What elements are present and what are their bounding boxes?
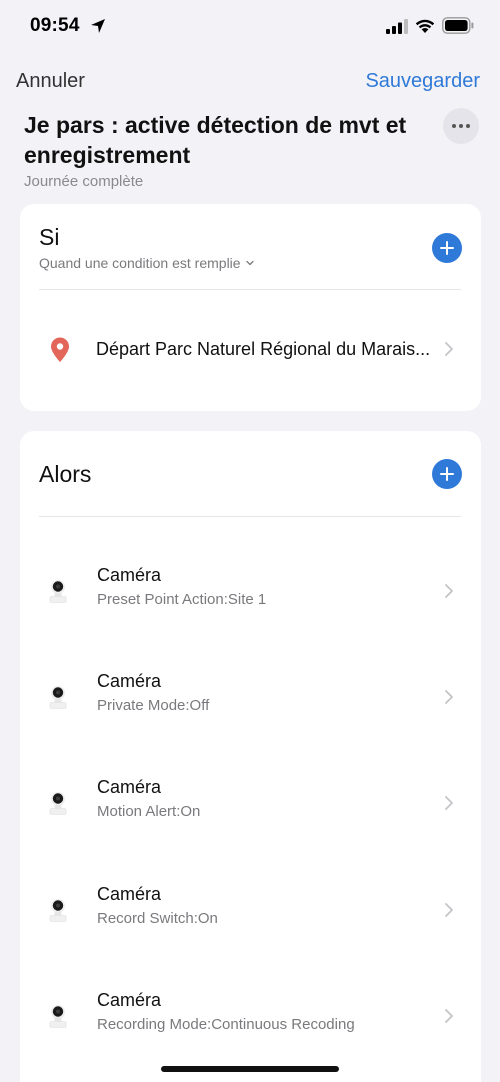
- home-indicator[interactable]: [161, 1066, 339, 1072]
- add-condition-button[interactable]: [432, 233, 462, 263]
- action-title: Caméra: [97, 777, 162, 797]
- action-title: Caméra: [97, 671, 162, 691]
- status-time: 09:54: [30, 15, 80, 36]
- location-pin-icon: [51, 337, 69, 362]
- camera-icon: [49, 1005, 67, 1028]
- condition-mode-selector[interactable]: Quand une condition est remplie: [39, 255, 254, 271]
- chevron-right-icon: [445, 903, 453, 917]
- action-detail: Preset Point Action:Site 1: [97, 591, 267, 608]
- action-title: Caméra: [97, 565, 162, 585]
- action-detail: Private Mode:Off: [97, 697, 210, 714]
- camera-icon: [49, 580, 67, 603]
- more-options-button[interactable]: [443, 108, 479, 144]
- chevron-right-icon: [445, 342, 453, 356]
- then-section-title: Alors: [39, 461, 92, 487]
- location-arrow-icon: [91, 19, 105, 33]
- action-detail: Recording Mode:Continuous Recoding: [97, 1016, 355, 1033]
- camera-icon: [49, 899, 67, 922]
- condition-label: Départ Parc Naturel Régional du Marais..…: [96, 339, 431, 359]
- chevron-right-icon: [445, 584, 453, 598]
- add-action-button[interactable]: [432, 459, 462, 489]
- divider: [39, 516, 461, 517]
- action-row[interactable]: Caméra Preset Point Action:Site 1: [20, 539, 481, 645]
- page-subtitle[interactable]: Journée complète: [24, 173, 143, 190]
- more-dot-icon: [459, 124, 463, 128]
- wifi-icon: [415, 19, 435, 33]
- status-bar: 09:54: [0, 0, 500, 56]
- more-dot-icon: [466, 124, 470, 128]
- battery-icon: [442, 17, 474, 34]
- action-row[interactable]: Caméra Motion Alert:On: [20, 751, 481, 857]
- action-row[interactable]: Caméra Private Mode:Off: [20, 645, 481, 751]
- then-actions-card: Alors Caméra Preset Point Action:Site 1 …: [20, 431, 481, 1082]
- action-row[interactable]: Caméra Recording Mode:Continuous Recodin…: [20, 964, 481, 1070]
- cancel-button[interactable]: Annuler: [16, 70, 85, 93]
- chevron-right-icon: [445, 690, 453, 704]
- save-button[interactable]: Sauvegarder: [365, 70, 480, 93]
- chevron-right-icon: [445, 1009, 453, 1023]
- chevron-right-icon: [445, 796, 453, 810]
- more-dot-icon: [452, 124, 456, 128]
- page-title: Je pars : active détection de mvt et enr…: [24, 112, 407, 168]
- action-title: Caméra: [97, 884, 162, 904]
- camera-icon: [49, 686, 67, 709]
- condition-row[interactable]: Départ Parc Naturel Régional du Marais..…: [20, 314, 481, 384]
- action-detail: Record Switch:On: [97, 910, 218, 927]
- cellular-signal-icon: [386, 19, 408, 34]
- divider: [39, 289, 461, 290]
- camera-icon: [49, 792, 67, 815]
- action-row[interactable]: Caméra Record Switch:On: [20, 858, 481, 964]
- condition-mode-label: Quand une condition est remplie: [39, 255, 241, 271]
- chevron-down-icon: [245, 260, 254, 266]
- action-title: Caméra: [97, 990, 162, 1010]
- if-conditions-card: Si Quand une condition est remplie Dépar…: [20, 204, 481, 411]
- action-detail: Motion Alert:On: [97, 803, 201, 820]
- if-section-title: Si: [39, 224, 60, 250]
